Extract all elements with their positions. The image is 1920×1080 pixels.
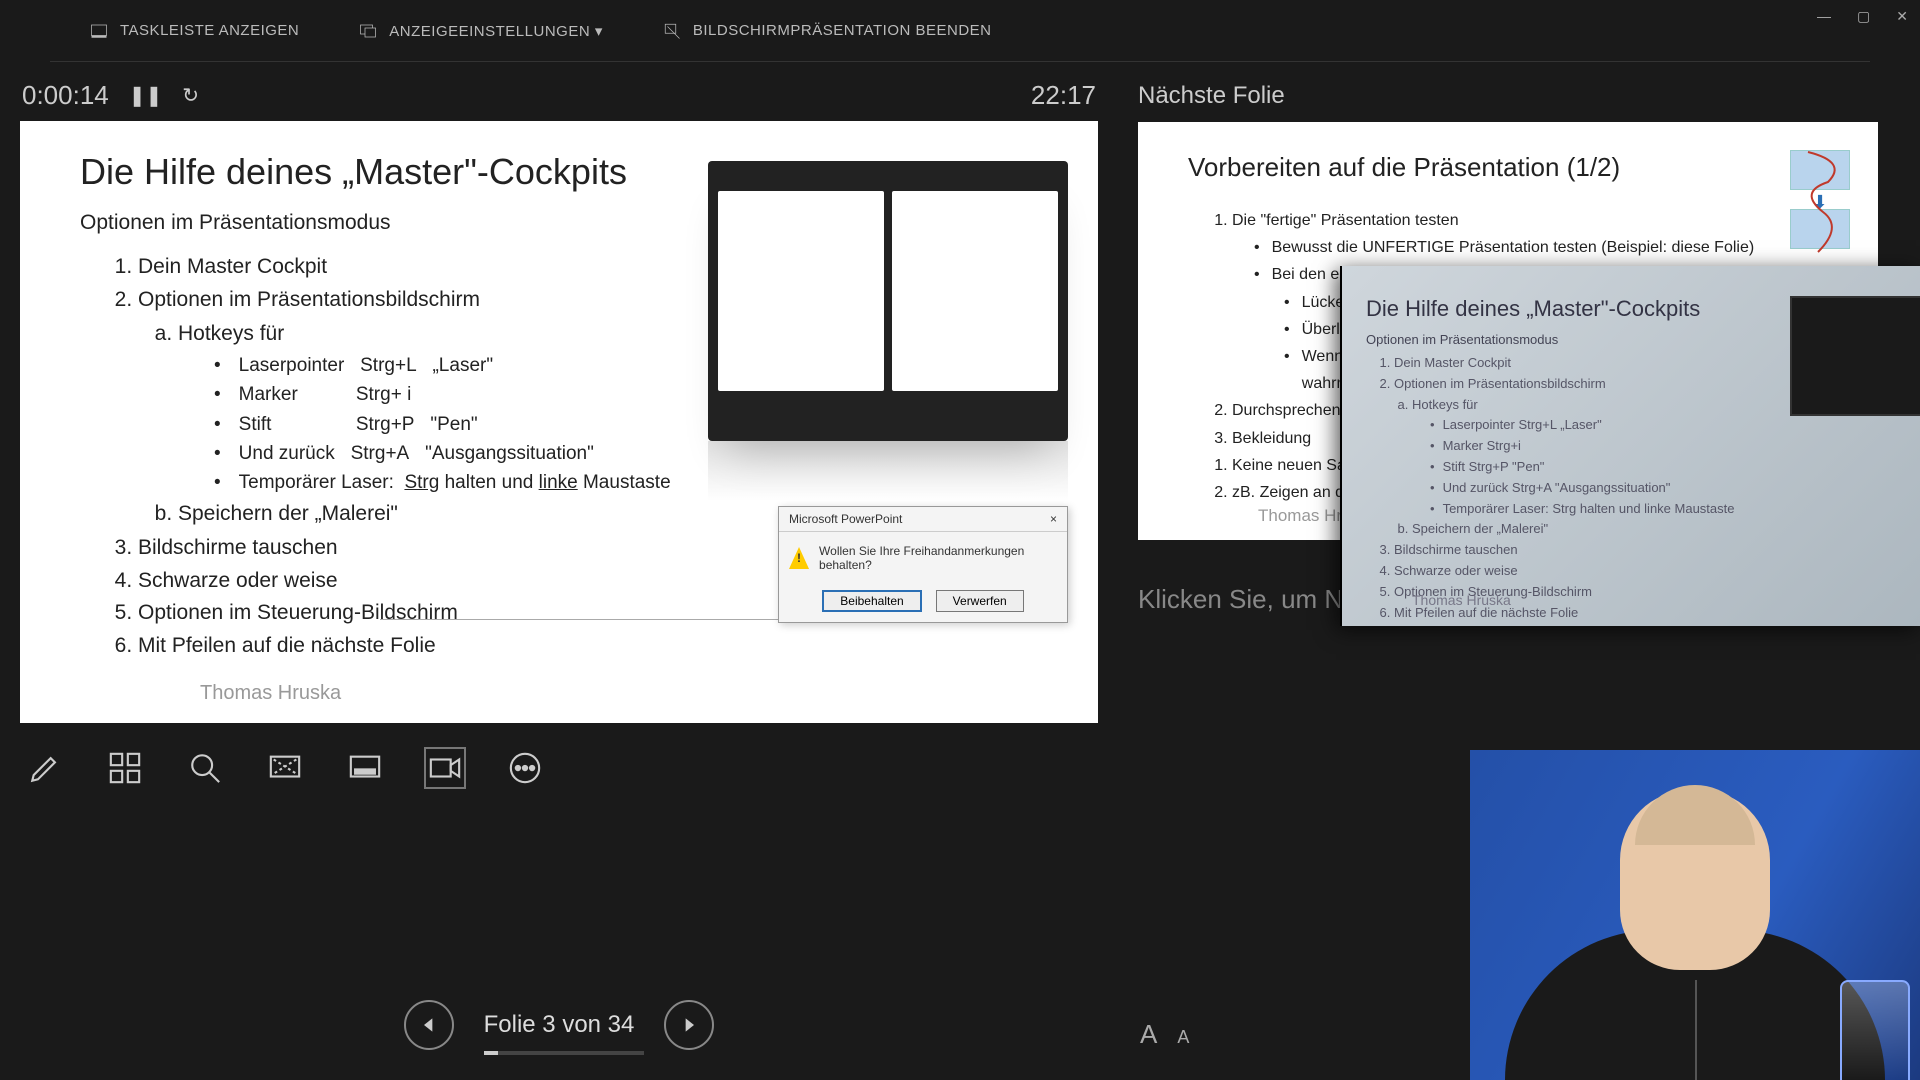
display-settings-button[interactable]: ANZEIGEEINSTELLUNGEN ▾ bbox=[359, 22, 603, 40]
presenter-view-thumbnail bbox=[708, 161, 1068, 441]
maximize-button[interactable]: ▢ bbox=[1857, 8, 1870, 25]
restart-timer-button[interactable]: ↻ bbox=[182, 83, 199, 108]
list-item: Mit Pfeilen auf die nächste Folie bbox=[138, 630, 1038, 663]
pen-tool-button[interactable] bbox=[26, 749, 64, 787]
next-slide-title: Vorbereiten auf die Präsentation (1/2) bbox=[1188, 152, 1828, 183]
slide-author: Thomas Hruska bbox=[200, 682, 341, 705]
close-button[interactable]: ✕ bbox=[1896, 8, 1908, 25]
increase-font-button[interactable]: A bbox=[1140, 1019, 1157, 1050]
decrease-font-button[interactable]: A bbox=[1177, 1027, 1189, 1048]
overlay-monitor bbox=[1790, 296, 1920, 416]
pause-button[interactable]: ❚❚ bbox=[129, 83, 163, 108]
subtitle-button[interactable] bbox=[346, 749, 384, 787]
current-slide[interactable]: Die Hilfe deines „Master"-Cockpits Optio… bbox=[20, 121, 1098, 723]
black-screen-button[interactable] bbox=[266, 749, 304, 787]
connector-line bbox=[380, 619, 800, 620]
clock-time: 22:17 bbox=[1031, 80, 1096, 111]
timer-bar: 0:00:14 ❚❚ ↻ 22:17 bbox=[20, 80, 1098, 111]
show-taskbar-button[interactable]: TASKLEISTE ANZEIGEN bbox=[90, 22, 299, 40]
notes-font-controls: A A bbox=[1140, 1019, 1189, 1050]
ink-dialog: Microsoft PowerPoint × ! Wollen Sie Ihre… bbox=[778, 506, 1068, 623]
glass-icon bbox=[1840, 980, 1910, 1080]
slide-progress bbox=[484, 1051, 644, 1055]
display-settings-label: ANZEIGEEINSTELLUNGEN ▾ bbox=[389, 22, 603, 40]
zoom-button[interactable] bbox=[186, 749, 224, 787]
dialog-title: Microsoft PowerPoint bbox=[789, 512, 902, 526]
projector-photo-overlay: Die Hilfe deines „Master"-Cockpits Optio… bbox=[1340, 266, 1920, 626]
top-menu: TASKLEISTE ANZEIGEN ANZEIGEEINSTELLUNGEN… bbox=[50, 0, 1870, 62]
camera-button[interactable] bbox=[426, 749, 464, 787]
next-slide-button[interactable] bbox=[664, 1000, 714, 1050]
see-all-slides-button[interactable] bbox=[106, 749, 144, 787]
minimize-button[interactable]: — bbox=[1817, 8, 1831, 25]
warning-icon: ! bbox=[789, 547, 809, 569]
webcam-feed[interactable] bbox=[1470, 750, 1920, 1080]
slide-counter: Folie 3 von 34 bbox=[484, 1011, 635, 1038]
show-taskbar-label: TASKLEISTE ANZEIGEN bbox=[120, 22, 299, 39]
end-slideshow-label: BILDSCHIRMPRÄSENTATION BEENDEN bbox=[693, 22, 992, 39]
ink-scribble bbox=[1788, 142, 1858, 262]
more-options-button[interactable] bbox=[506, 749, 544, 787]
elapsed-time: 0:00:14 bbox=[22, 80, 109, 111]
discard-button[interactable]: Verwerfen bbox=[936, 590, 1024, 612]
prev-slide-button[interactable] bbox=[404, 1000, 454, 1050]
end-slideshow-button[interactable]: BILDSCHIRMPRÄSENTATION BEENDEN bbox=[663, 22, 992, 40]
next-slide-label: Nächste Folie bbox=[1138, 82, 1878, 110]
dialog-message: Wollen Sie Ihre Freihandanmerkungen beha… bbox=[819, 544, 1057, 572]
slide-navigation: Folie 3 von 34 bbox=[20, 1000, 1098, 1050]
keep-button[interactable]: Beibehalten bbox=[822, 590, 921, 612]
dialog-close-icon[interactable]: × bbox=[1050, 512, 1057, 526]
presenter-tools bbox=[20, 723, 1098, 813]
